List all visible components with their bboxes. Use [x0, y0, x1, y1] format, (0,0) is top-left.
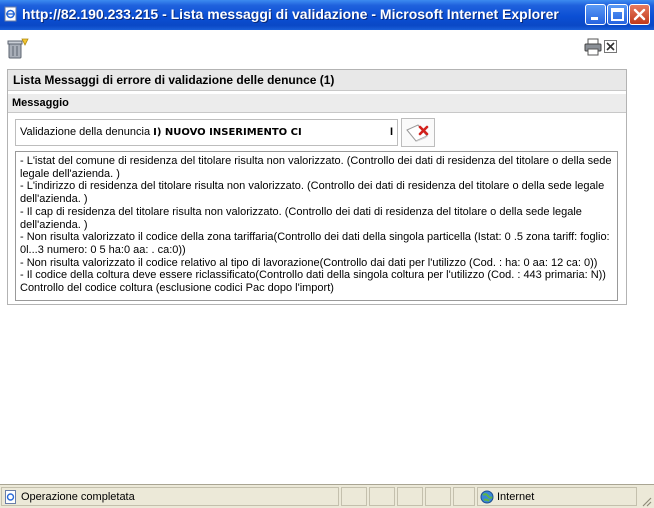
close-icon: [633, 8, 646, 21]
window-titlebar[interactable]: http://82.190.233.215 - Lista messaggi d…: [0, 0, 654, 30]
minimize-button[interactable]: [585, 4, 606, 25]
status-bar: Operazione completata Internet: [0, 484, 654, 508]
ie-page-icon: [4, 6, 17, 22]
delete-message-icon: [406, 124, 429, 142]
close-window-button[interactable]: [629, 4, 650, 25]
message-suffix: I: [389, 126, 393, 138]
status-cell-2: [369, 487, 395, 506]
message-value: I) NUOVO INSERIMENTO CI: [153, 127, 302, 138]
detail-line: - Non risulta valorizzato il codice rela…: [20, 256, 598, 269]
trash-icon[interactable]: [6, 38, 30, 60]
page-toolbar: [0, 30, 654, 68]
panel-title: Lista Messaggi di errore di validazione …: [8, 70, 626, 91]
maximize-icon: [611, 8, 624, 21]
message-details-box[interactable]: - L'istat del comune di residenza del ti…: [15, 151, 618, 301]
status-zone: Internet: [477, 487, 637, 506]
status-main: Operazione completata: [1, 487, 339, 506]
column-header-messaggio: Messaggio: [8, 94, 626, 113]
zone-text: Internet: [497, 491, 535, 503]
internet-globe-icon: [480, 490, 494, 504]
status-cell-3: [397, 487, 423, 506]
detail-line: - Il cap di residenza del titolare risul…: [20, 205, 582, 231]
status-cell-5: [453, 487, 475, 506]
page-done-icon: [5, 490, 16, 504]
print-icon[interactable]: [584, 38, 602, 56]
detail-line: - Non risulta valorizzato il codice dell…: [20, 231, 610, 256]
detail-line: - Il codice della coltura deve essere ri…: [20, 269, 606, 295]
message-field[interactable]: Validazione della denuncia I) NUOVO INSE…: [15, 119, 398, 146]
window-title: http://82.190.233.215 - Lista messaggi d…: [22, 6, 559, 22]
status-cell-4: [425, 487, 451, 506]
detail-line: - L'istat del comune di residenza del ti…: [20, 155, 612, 180]
minimize-icon: [591, 17, 598, 20]
message-prefix: Validazione della denuncia: [20, 126, 154, 138]
detail-line: - L'indirizzo di residenza del titolare …: [20, 180, 605, 206]
validation-messages-panel: Lista Messaggi di errore di validazione …: [7, 69, 627, 305]
status-cell-1: [341, 487, 367, 506]
resize-grip-icon[interactable]: [640, 495, 652, 507]
delete-message-button[interactable]: [401, 118, 435, 147]
maximize-button[interactable]: [607, 4, 628, 25]
close-page-icon[interactable]: [604, 40, 617, 53]
status-text: Operazione completata: [21, 491, 135, 503]
